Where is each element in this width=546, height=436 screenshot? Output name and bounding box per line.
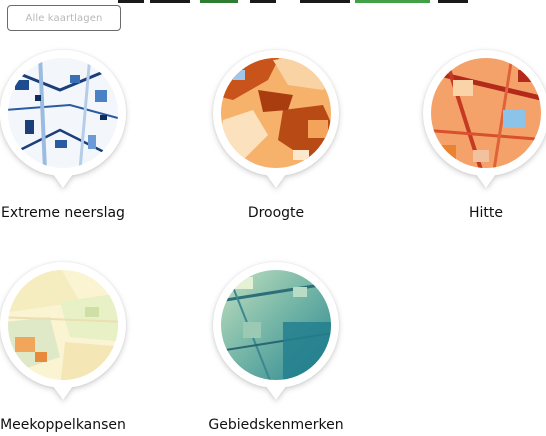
cropped-top-strip (0, 0, 546, 4)
map-layer-overview: Alle kaartlagen Extreme neerslag Droogte… (0, 0, 546, 436)
map-pin-extreme-neerslag[interactable] (0, 50, 126, 188)
map-pin-meekoppelkansen[interactable] (0, 262, 126, 400)
map-pin-hitte[interactable] (423, 50, 546, 188)
all-map-layers-button[interactable]: Alle kaartlagen (7, 5, 121, 31)
tile-label: Gebiedskenmerken (208, 417, 344, 433)
map-pin-gebiedskenmerken[interactable] (213, 262, 339, 400)
tile-label: Droogte (247, 205, 305, 221)
tile-droogte[interactable]: Droogte (213, 50, 373, 230)
tile-label: Extreme neerslag (1, 205, 125, 221)
map-pin-droogte[interactable] (213, 50, 339, 188)
tile-meekoppelkansen[interactable]: Meekoppelkansen (0, 262, 160, 436)
all-map-layers-label: Alle kaartlagen (25, 12, 103, 24)
tile-hitte[interactable]: Hitte (423, 50, 546, 230)
tile-gebiedskenmerken[interactable]: Gebiedskenmerken (208, 262, 373, 436)
tile-label: Hitte (468, 205, 503, 221)
tile-label: Meekoppelkansen (0, 417, 126, 433)
tile-extreme-neerslag[interactable]: Extreme neerslag (0, 50, 160, 230)
